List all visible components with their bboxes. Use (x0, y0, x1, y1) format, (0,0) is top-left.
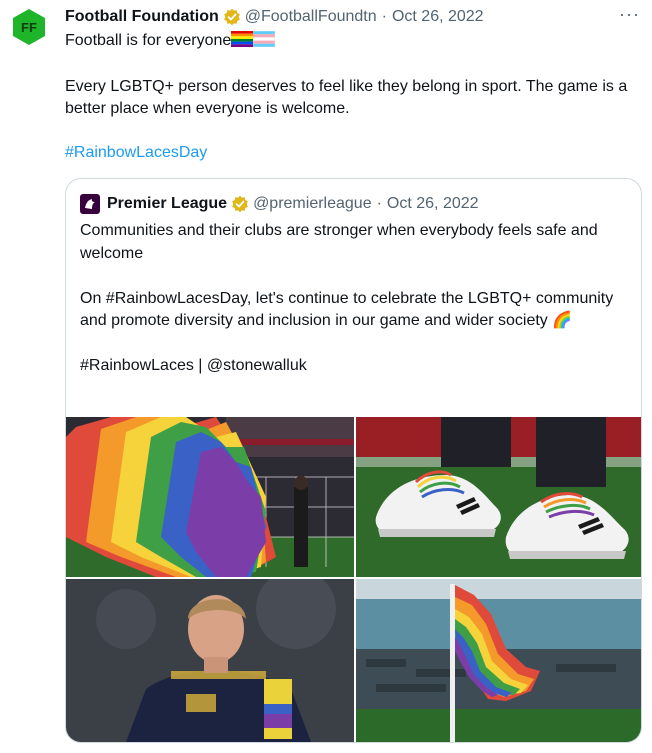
quoted-tweet-date[interactable]: Oct 26, 2022 (387, 195, 479, 213)
avatar-text: FF (21, 20, 37, 35)
quoted-tweet-text: Communities and their clubs are stronger… (80, 220, 620, 378)
quoted-author-name[interactable]: Premier League (107, 195, 227, 213)
quoted-author-handle[interactable]: @premierleague (253, 195, 372, 213)
quoted-line-2: On #RainbowLacesDay, let's continue to c… (80, 289, 614, 330)
rainbow-flag-icon (231, 31, 254, 54)
quoted-tweet[interactable]: Premier League @premierleague · Oct 26, … (65, 178, 642, 743)
author-name[interactable]: Football Foundation (65, 8, 219, 26)
separator: · (381, 8, 387, 25)
tweet-date[interactable]: Oct 26, 2022 (392, 8, 484, 26)
premier-league-logo-icon (80, 194, 100, 214)
separator: · (376, 195, 382, 212)
tweet-line-2: Every LGBTQ+ person deserves to feel lik… (65, 78, 628, 117)
rainbow-emoji-icon: 🌈 (552, 312, 573, 329)
player-captain-armband-photo[interactable] (66, 579, 354, 742)
more-options-icon[interactable]: ··· (619, 4, 640, 25)
rainbow-laces-shoes-photo[interactable] (356, 417, 641, 577)
quoted-line-1: Communities and their clubs are stronger… (80, 222, 598, 262)
author-avatar[interactable]: FF (10, 8, 48, 46)
rainbow-flag-stadium-photo[interactable] (66, 417, 354, 577)
quoted-line-3: #RainbowLaces | @stonewalluk (80, 357, 307, 374)
tweet-text: Football is for everyone Every LGBTQ+ pe… (65, 30, 640, 164)
tweet-line-1: Football is for everyone (65, 32, 232, 49)
media-grid (66, 417, 641, 742)
verified-badge-icon (223, 8, 241, 26)
transgender-flag-icon (253, 30, 276, 54)
rainbow-corner-flag-photo[interactable] (356, 579, 641, 742)
quoted-tweet-header: Premier League @premierleague · Oct 26, … (80, 193, 479, 215)
tweet[interactable]: FF Football Foundation @FootballFoundtn … (0, 0, 652, 753)
verified-badge-icon (231, 195, 249, 213)
hashtag-link[interactable]: #RainbowLacesDay (65, 144, 207, 161)
tweet-header: Football Foundation @FootballFoundtn · O… (65, 6, 642, 28)
author-handle[interactable]: @FootballFoundtn (245, 8, 377, 26)
